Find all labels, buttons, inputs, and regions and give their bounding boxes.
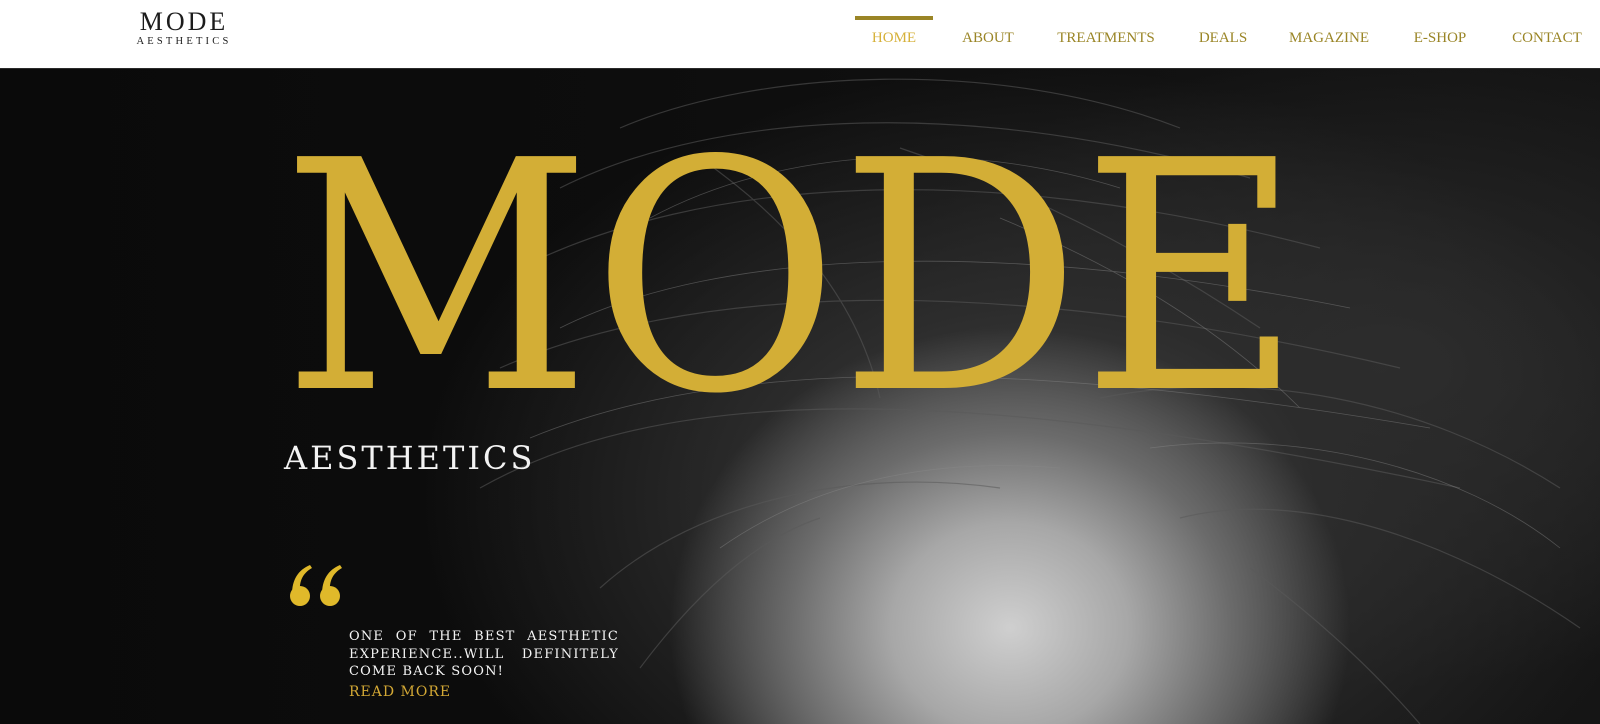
- nav-item-contact[interactable]: CONTACT: [1504, 0, 1590, 68]
- read-more-link[interactable]: READ MORE: [349, 684, 451, 700]
- nav-item-magazine[interactable]: MAGAZINE: [1284, 0, 1374, 68]
- site-header: MODE AESTHETICS HOME ABOUT TREATMENTS DE…: [0, 0, 1600, 69]
- hero-title-text: MODE: [282, 143, 1302, 403]
- testimonial-quote: One of the best aesthetic experience..wi…: [349, 629, 619, 679]
- nav-item-home[interactable]: HOME: [855, 0, 933, 68]
- nav-item-e-shop[interactable]: E-SHOP: [1405, 0, 1475, 68]
- logo-tagline: AESTHETICS: [136, 36, 232, 47]
- nav-item-treatments[interactable]: TREATMENTS: [1053, 0, 1159, 68]
- nav-item-deals[interactable]: DEALS: [1194, 0, 1252, 68]
- logo-wordmark: MODE: [139, 7, 229, 36]
- hero-subtitle: AESTHETICS: [284, 439, 536, 477]
- hero-banner: MODE AESTHETICS One of the best aestheti…: [0, 68, 1600, 724]
- hero-title: MODE: [282, 143, 1302, 403]
- brand-logo[interactable]: MODE AESTHETICS: [132, 9, 236, 48]
- quote-icon: [290, 565, 342, 606]
- nav-item-about[interactable]: ABOUT: [955, 0, 1021, 68]
